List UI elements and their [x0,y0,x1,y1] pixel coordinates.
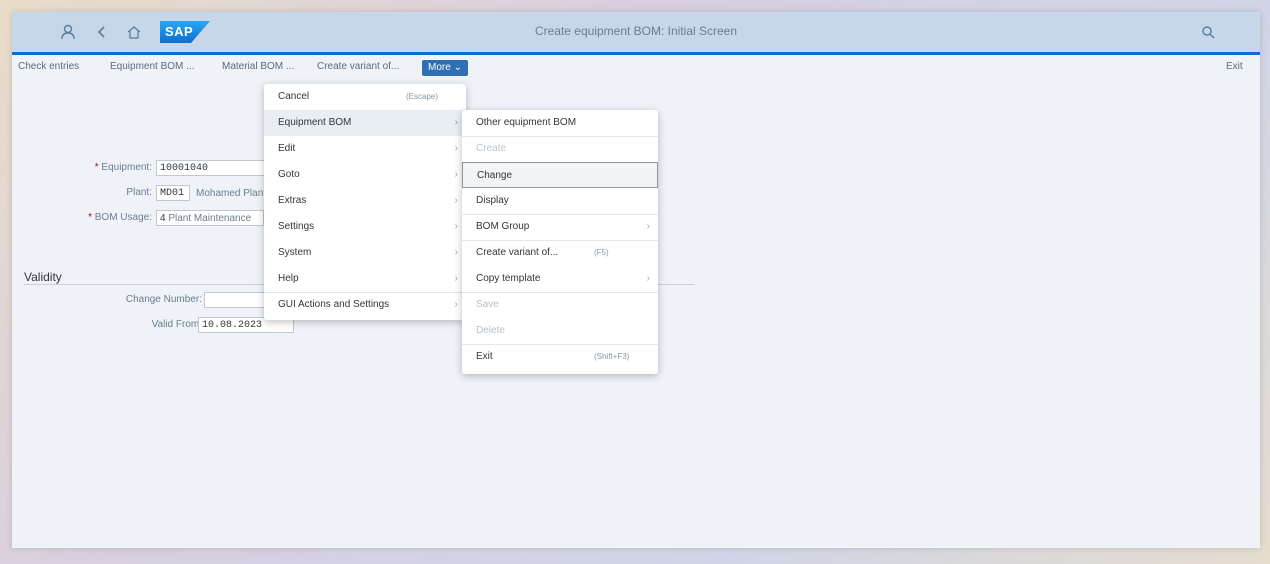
valid-from-label: Valid From: [151,319,202,330]
chevron-right-icon: › [454,143,458,154]
menu-item-help[interactable]: Help › [264,266,466,292]
more-menu: Cancel (Escape) Equipment BOM › Edit › Goto… [264,84,466,320]
page-title: Create equipment BOM: Initial Screen [534,24,738,38]
submenu-item-copy-template[interactable]: Copy template › [462,266,658,292]
chevron-right-icon: › [454,247,458,258]
menu-item-extras[interactable]: Extras › [264,188,466,214]
submenu-item-other-equipment-bom[interactable]: Other equipment BOM [462,110,658,136]
chevron-right-icon: › [454,117,458,128]
search-icon[interactable] [1198,22,1218,42]
menu-item-system[interactable]: System › [264,240,466,266]
bom-usage-label: * BOM Usage: [88,212,152,223]
menu-item-cancel[interactable]: Cancel (Escape) [264,84,466,110]
chevron-right-icon: › [454,195,458,206]
required-marker: * [88,212,95,223]
menu-item-edit[interactable]: Edit › [264,136,466,162]
equipment-bom-button[interactable]: Equipment BOM ... [110,61,194,72]
menu-item-gui-actions[interactable]: GUI Actions and Settings › [264,292,466,318]
change-number-label: Change Number: [125,294,202,305]
check-entries-button[interactable]: Check entries [18,61,79,72]
app-window: SAP Create equipment BOM: Initial Screen… [12,12,1260,548]
submenu-item-bom-group[interactable]: BOM Group › [462,214,658,240]
plant-label: Plant: [126,187,152,198]
chevron-right-icon: › [454,273,458,284]
equipment-bom-submenu: Other equipment BOM Create Change Displa… [462,110,658,374]
submenu-item-exit[interactable]: Exit (Shift+F3) [462,344,658,370]
bom-usage-field[interactable]: 4 Plant Maintenance [156,210,264,226]
chevron-right-icon: › [454,221,458,232]
more-button[interactable]: More ⌄ [422,60,468,76]
plant-field[interactable]: MD01 [156,185,190,201]
equipment-field[interactable]: 10001040 [156,160,266,176]
chevron-right-icon: › [454,169,458,180]
equipment-label: * Equipment: [94,162,152,173]
plant-description: Mohamed Plant [196,188,264,199]
exit-button[interactable]: Exit [1226,61,1243,72]
submenu-item-delete: Delete [476,325,505,336]
menu-item-equipment-bom[interactable]: Equipment BOM › [264,110,466,136]
menu-item-settings[interactable]: Settings › [264,214,466,240]
chevron-down-icon: ⌄ [453,62,462,73]
validity-section-title: Validity [24,270,62,284]
submenu-item-display[interactable]: Display [462,188,658,214]
chevron-right-icon: › [646,221,650,232]
chevron-right-icon: › [454,299,458,310]
submenu-item-change[interactable]: Change [462,162,658,188]
application-toolbar: Check entries Equipment BOM ... Material… [12,55,1260,81]
more-label: More [428,62,451,73]
chevron-right-icon: › [646,273,650,284]
submenu-item-save: Save [476,299,499,310]
menu-item-goto[interactable]: Goto › [264,162,466,188]
material-bom-button[interactable]: Material BOM ... [222,61,294,72]
shell-bar: SAP Create equipment BOM: Initial Screen [12,12,1260,55]
submenu-item-create-variant[interactable]: Create variant of... (F5) [462,240,658,266]
create-variant-button[interactable]: Create variant of... [317,61,399,72]
submenu-item-create: Create [476,143,507,154]
change-number-field[interactable] [204,292,266,308]
